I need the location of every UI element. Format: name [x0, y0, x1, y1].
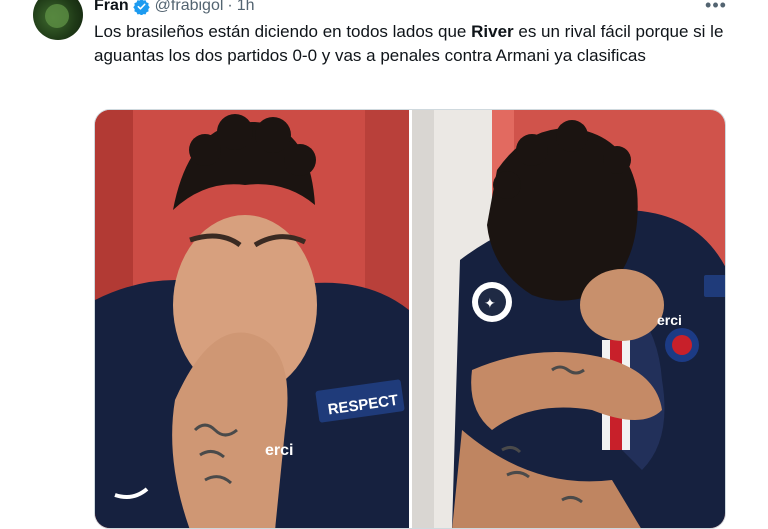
more-options-icon[interactable]: ••• [705, 0, 727, 15]
photo-right[interactable]: ✦ erci [412, 110, 725, 528]
photo-left[interactable]: RESPECT erci [95, 110, 409, 528]
avatar-image [45, 4, 69, 28]
tweet-text: Los brasileños están diciendo en todos l… [94, 20, 734, 68]
star-icon: ✦ [484, 295, 496, 311]
author-handle[interactable]: @frabigol [155, 0, 224, 15]
photo-right-illustration: ✦ erci [412, 110, 725, 528]
verified-badge-icon [132, 0, 150, 15]
tweet-text-bold-river[interactable]: River [471, 22, 514, 41]
timestamp[interactable]: 1h [237, 0, 255, 15]
avatar[interactable] [33, 0, 83, 40]
tweet-media: RESPECT erci ✦ erci [94, 109, 726, 529]
shirt-sponsor-right: erci [657, 312, 682, 328]
shirt-sponsor-left: erci [265, 442, 293, 459]
separator-dot: · [227, 0, 233, 14]
author-name[interactable]: Fran [94, 0, 129, 15]
photo-left-illustration: RESPECT erci [95, 110, 409, 528]
tweet-text-part-1: Los brasileños están diciendo en todos l… [94, 22, 472, 41]
tweet-header: Fran @frabigol · 1h [94, 0, 255, 16]
